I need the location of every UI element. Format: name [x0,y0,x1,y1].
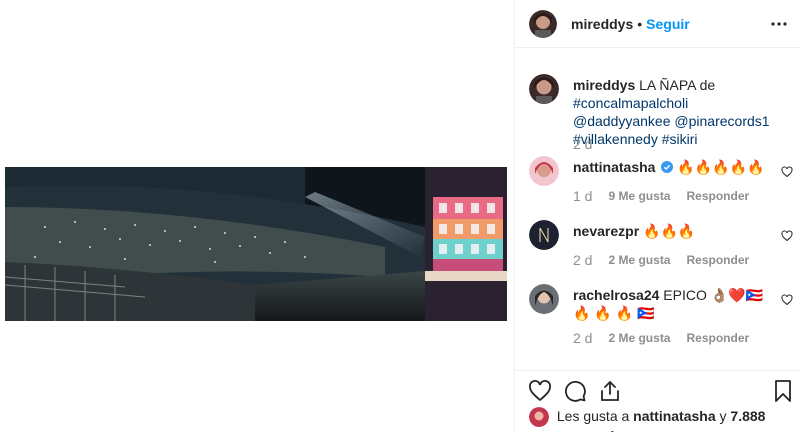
post-actions-bar [515,370,800,410]
comment-meta: 2 d 2 Me gusta Responder [573,252,749,268]
post-header: mireddys • Seguir [515,0,800,48]
comment-time[interactable]: 1 d [573,188,592,204]
comment-text: nevarezpr 🔥🔥🔥 [573,222,783,240]
concert-photo-art [5,167,507,321]
comment-content: 🔥🔥🔥🔥🔥 [677,159,765,175]
caption-avatar[interactable] [529,74,559,104]
comment-username[interactable]: nevarezpr [573,223,639,239]
verified-icon [661,161,674,173]
comment-item: nevarezpr 🔥🔥🔥 2 d 2 Me gusta Responder [529,220,799,270]
more-icon[interactable] [770,15,788,33]
liker-avatar[interactable] [529,407,549,428]
likes-suffix: y [719,408,727,424]
comment-icon[interactable] [563,379,587,403]
comment-time[interactable]: 2 d [573,252,592,268]
comment-meta: 1 d 9 Me gusta Responder [573,188,749,204]
comment-username[interactable]: rachelrosa24 [573,287,659,303]
caption-tag[interactable]: #concalmapalcholi [573,95,688,111]
likes-summary: Les gusta a nattinatasha y 7.888 persona… [529,407,800,432]
likes-prefix: Les gusta a [556,408,630,424]
comment-item: rachelrosa24 EPICO 👌🏽❤️🇵🇷 🔥 🔥 🔥 🇵🇷 2 d 2… [529,284,799,354]
header-separator: • [637,15,643,32]
post-media-area [0,0,514,432]
caption-text: mireddys LA ÑAPA de #concalmapalcholi @d… [573,76,783,148]
heart-icon[interactable] [781,294,793,306]
comment-text: rachelrosa24 EPICO 👌🏽❤️🇵🇷 🔥 🔥 🔥 🇵🇷 [573,286,783,322]
reply-button[interactable]: Responder [686,253,749,267]
comment-likes[interactable]: 2 Me gusta [608,331,670,345]
heart-icon[interactable] [528,379,552,403]
caption-username[interactable]: mireddys [573,77,635,93]
comment-text: nattinatasha 🔥🔥🔥🔥🔥 [573,158,783,176]
caption-meta: 2 d [573,136,592,152]
comment-username[interactable]: nattinatasha [573,159,655,175]
caption-tag[interactable]: @daddyyankee [573,113,671,129]
reply-button[interactable]: Responder [686,331,749,345]
likes-user[interactable]: nattinatasha [633,408,715,424]
comment-avatar[interactable] [529,284,559,314]
bookmark-icon[interactable] [771,379,795,403]
comment-time[interactable]: 2 d [573,330,592,346]
heart-icon[interactable] [781,166,793,178]
author-avatar[interactable] [529,9,557,38]
comment-avatar[interactable] [529,156,559,186]
caption: mireddys LA ÑAPA de #concalmapalcholi @d… [529,74,799,154]
concert-photo[interactable] [5,167,507,321]
author-username[interactable]: mireddys [571,16,633,32]
comment-item: nattinatasha 🔥🔥🔥🔥🔥 1 d 9 Me gusta Respon… [529,156,799,206]
share-icon[interactable] [598,379,622,403]
heart-icon[interactable] [781,230,793,242]
follow-button[interactable]: Seguir [646,16,690,32]
caption-tag[interactable]: @pinarecords1 [674,113,769,129]
post-side-panel: mireddys • Seguir mireddys LA ÑAPA de #c… [514,0,800,432]
comment-likes[interactable]: 2 Me gusta [608,253,670,267]
caption-tag[interactable]: #sikiri [662,131,698,147]
caption-prefix: LA ÑAPA de [639,77,716,93]
comment-content: 🔥🔥🔥 [643,223,696,239]
comment-likes[interactable]: 9 Me gusta [608,189,670,203]
reply-button[interactable]: Responder [686,189,749,203]
caption-time[interactable]: 2 d [573,136,592,152]
comment-avatar[interactable] [529,220,559,250]
comment-meta: 2 d 2 Me gusta Responder [573,330,749,346]
